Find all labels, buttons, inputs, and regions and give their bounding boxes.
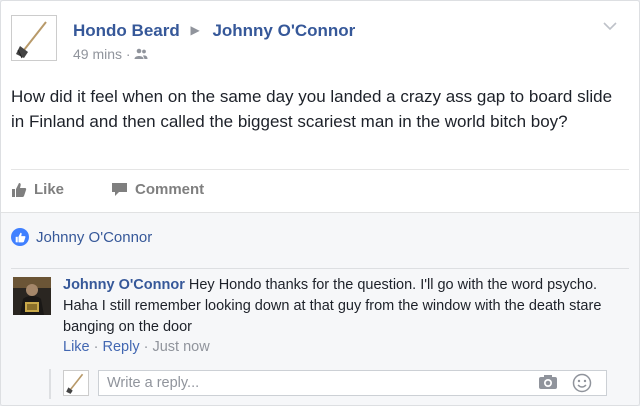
post-timestamp[interactable]: 49 mins	[73, 46, 122, 62]
reply-box[interactable]	[98, 370, 607, 396]
like-button[interactable]: Like	[11, 181, 64, 198]
commenter-avatar[interactable]	[13, 277, 51, 315]
reply-avatar	[63, 370, 89, 396]
comment-actions: Like · Reply · Just now	[63, 339, 210, 355]
comment-body: Johnny O'Connor Hey Hondo thanks for the…	[63, 275, 618, 338]
author-avatar[interactable]	[11, 15, 57, 61]
commenter-photo	[13, 277, 51, 315]
post-body: How did it feel when on the same day you…	[11, 87, 613, 131]
comment-like-link[interactable]: Like	[63, 339, 90, 355]
broom-avatar-icon	[16, 21, 47, 59]
post-meta: 49 mins ·	[73, 46, 148, 62]
comment-author[interactable]: Johnny O'Connor	[63, 277, 185, 293]
comments-section: Johnny O'Connor Johnny O'Connor Hey Hond…	[1, 212, 639, 405]
post-header: Hondo Beard ▶ Johnny O'Connor	[73, 21, 355, 41]
reply-thread-line	[49, 369, 51, 399]
comment-reply-link[interactable]: Reply	[103, 339, 140, 355]
comment-timestamp[interactable]: Just now	[152, 339, 209, 355]
comment-icon	[112, 183, 127, 196]
smiley-icon[interactable]	[572, 373, 592, 393]
thumbs-up-icon	[12, 182, 27, 197]
arrow-right-icon: ▶	[190, 23, 200, 37]
comment-action-sep: ·	[139, 339, 153, 355]
comment-label: Comment	[135, 181, 205, 198]
post-divider	[11, 169, 629, 170]
friends-audience-icon[interactable]	[134, 48, 148, 60]
meta-separator: ·	[122, 46, 135, 62]
comment-action-sep: ·	[89, 339, 103, 355]
reply-input[interactable]	[107, 371, 507, 395]
like-label: Like	[34, 181, 65, 198]
camera-icon[interactable]	[538, 374, 558, 390]
broom-avatar-icon	[66, 373, 84, 394]
post-card: Hondo Beard ▶ Johnny O'Connor 49 mins · …	[0, 0, 640, 406]
comments-divider	[11, 268, 629, 269]
like-reaction-icon	[11, 228, 29, 246]
likes-names[interactable]: Johnny O'Connor	[36, 229, 152, 246]
likes-summary[interactable]: Johnny O'Connor	[11, 228, 152, 246]
author-name[interactable]: Hondo Beard	[73, 21, 180, 40]
target-name[interactable]: Johnny O'Connor	[212, 21, 355, 40]
comment-button[interactable]: Comment	[111, 181, 204, 198]
chevron-down-icon[interactable]	[601, 19, 619, 33]
